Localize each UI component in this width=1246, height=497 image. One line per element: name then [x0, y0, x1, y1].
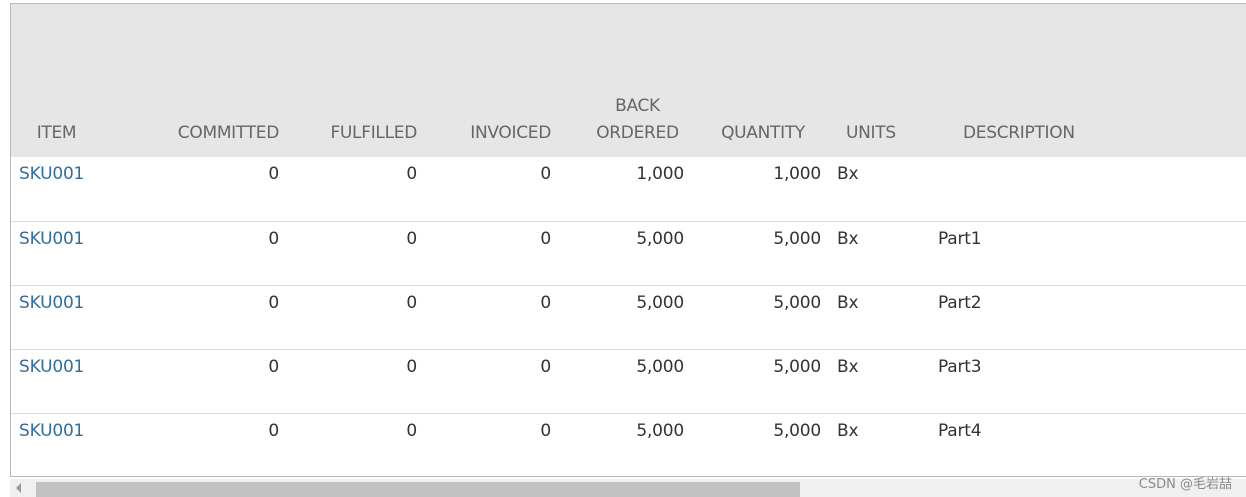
cell-quantity: 5,000 — [773, 356, 821, 377]
cell-committed: 0 — [268, 228, 279, 249]
column-header-invoiced[interactable]: INVOICED — [417, 4, 551, 157]
column-header-units[interactable]: UNITS — [821, 4, 936, 157]
column-header-back-ordered[interactable]: BACK ORDERED — [551, 4, 684, 157]
cell-item: SKU001 — [11, 285, 102, 349]
table-row: SKU001 0 0 0 5,000 5,000 Bx Part1 — [11, 221, 1246, 285]
cell-back-ordered: 1,000 — [636, 164, 684, 184]
item-link[interactable]: SKU001 — [19, 357, 84, 377]
item-link[interactable]: SKU001 — [19, 164, 84, 184]
cell-units: Bx — [837, 292, 859, 313]
column-header-back-ordered-line1: BACK — [615, 96, 660, 116]
cell-units: Bx — [837, 420, 859, 441]
cell-invoiced: 0 — [540, 228, 551, 249]
cell-description: Part1 — [938, 228, 982, 249]
cell-item: SKU001 — [11, 221, 102, 285]
cell-units: Bx — [837, 164, 859, 184]
triangle-left-icon[interactable] — [16, 483, 21, 493]
cell-fulfilled: 0 — [406, 356, 417, 377]
cell-invoiced: 0 — [540, 356, 551, 377]
cell-quantity: 5,000 — [773, 292, 821, 313]
cell-description: Part4 — [938, 420, 982, 441]
cell-quantity: 5,000 — [773, 228, 821, 249]
cell-fulfilled: 0 — [406, 292, 417, 313]
watermark: CSDN @毛岩喆 — [1138, 477, 1232, 492]
table-row: SKU001 0 0 0 1,000 1,000 Bx — [11, 157, 1246, 221]
cell-committed: 0 — [268, 356, 279, 377]
item-link[interactable]: SKU001 — [19, 229, 84, 249]
cell-units: Bx — [837, 228, 859, 249]
cell-committed: 0 — [268, 420, 279, 441]
horizontal-scrollbar[interactable] — [10, 479, 1246, 497]
cell-units: Bx — [837, 356, 859, 377]
line-items-table: ITEM COMMITTED FULFILLED INVOICED BACK O… — [11, 4, 1246, 476]
cell-item: SKU001 — [11, 349, 102, 413]
table-row: SKU001 0 0 0 5,000 5,000 Bx Part4 — [11, 413, 1246, 476]
cell-back-ordered: 5,000 — [636, 292, 684, 313]
cell-back-ordered: 5,000 — [636, 228, 684, 249]
column-header-back-ordered-line2: ORDERED — [596, 123, 679, 143]
cell-description — [936, 157, 1246, 221]
cell-quantity: 1,000 — [773, 164, 821, 184]
item-link[interactable]: SKU001 — [19, 421, 84, 441]
cell-back-ordered: 5,000 — [636, 356, 684, 377]
cell-invoiced: 0 — [540, 420, 551, 441]
column-header-quantity[interactable]: QUANTITY — [684, 4, 821, 157]
item-link[interactable]: SKU001 — [19, 293, 84, 313]
table-row: SKU001 0 0 0 5,000 5,000 Bx Part2 — [11, 285, 1246, 349]
scrollbar-thumb[interactable] — [36, 482, 800, 497]
cell-description: Part3 — [938, 356, 982, 377]
column-header-committed[interactable]: COMMITTED — [102, 4, 280, 157]
cell-item: SKU001 — [11, 413, 102, 476]
cell-back-ordered: 5,000 — [636, 420, 684, 441]
column-header-item[interactable]: ITEM — [11, 4, 102, 157]
column-header-description[interactable]: DESCRIPTION — [936, 4, 1246, 157]
cell-fulfilled: 0 — [406, 164, 417, 184]
cell-invoiced: 0 — [540, 164, 551, 184]
table-row: SKU001 0 0 0 5,000 5,000 Bx Part3 — [11, 349, 1246, 413]
cell-quantity: 5,000 — [773, 420, 821, 441]
cell-invoiced: 0 — [540, 292, 551, 313]
cell-description: Part2 — [938, 292, 982, 313]
cell-committed: 0 — [268, 292, 279, 313]
table-header-row: ITEM COMMITTED FULFILLED INVOICED BACK O… — [11, 4, 1246, 157]
cell-item: SKU001 — [11, 157, 102, 221]
cell-fulfilled: 0 — [406, 228, 417, 249]
cell-committed: 0 — [268, 164, 279, 184]
line-items-grid: ITEM COMMITTED FULFILLED INVOICED BACK O… — [10, 3, 1246, 477]
column-header-fulfilled[interactable]: FULFILLED — [279, 4, 417, 157]
cell-fulfilled: 0 — [406, 420, 417, 441]
